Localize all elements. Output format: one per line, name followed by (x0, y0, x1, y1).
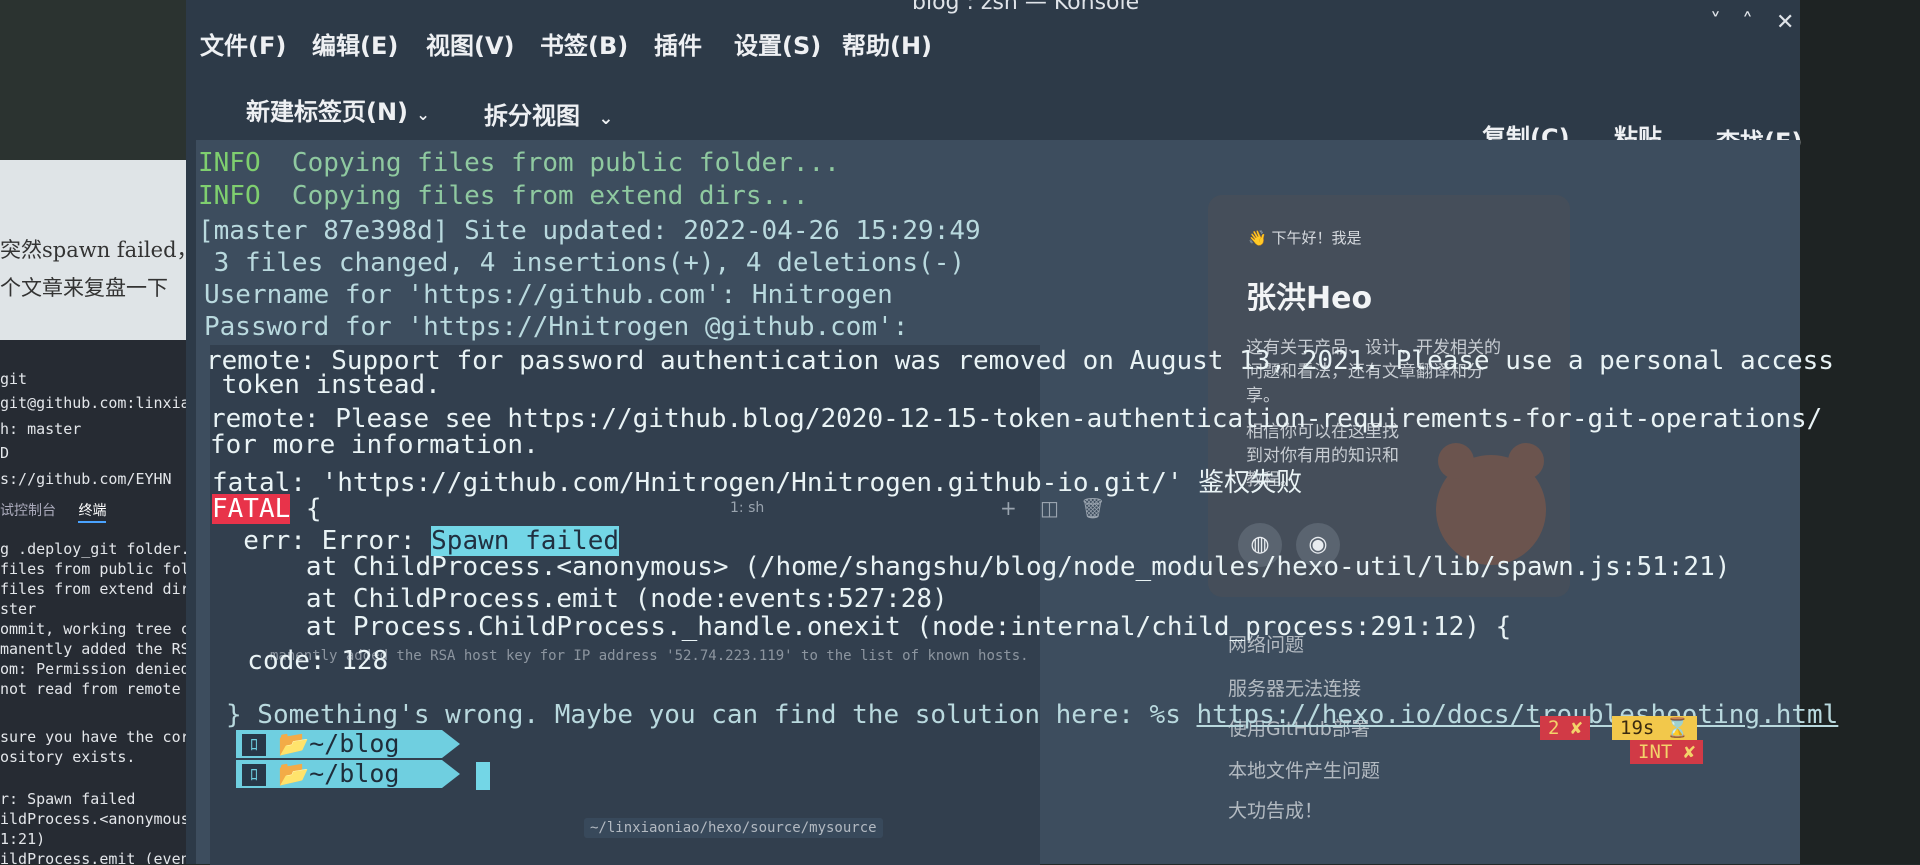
terminal-line: at Process.ChildProcess._handle.onexit (… (212, 612, 1512, 642)
article-line: 个文章来复盘一下 (0, 276, 168, 300)
text-cursor (476, 762, 490, 790)
new-tab-label: 新建标签页(N) (246, 98, 409, 126)
add-icon[interactable]: + (1000, 496, 1017, 520)
duration-segment: 19s ⌛ (1612, 716, 1698, 740)
toc-item: 服务器无法连接 (1228, 678, 1362, 700)
profile-card: 👋 下午好！我是 张洪Heo 这有关于产品、设计、开发相关的 问题和看法，还有文… (1208, 195, 1570, 597)
terminal-text: } Something's wrong. Maybe you can find … (226, 700, 1197, 730)
chevron-down-icon: ⌄ (416, 105, 430, 124)
prompt-os-icon: ﾛ (242, 764, 266, 786)
background-desktop-area (0, 0, 186, 160)
menu-bookmarks[interactable]: 书签(B) (540, 26, 628, 61)
new-tab-button[interactable]: 新建标签页(N) ⌄ (246, 92, 430, 127)
split-view-label: 拆分视图 (484, 102, 580, 130)
menu-help[interactable]: 帮助(H) (842, 26, 932, 61)
fatal-label: FATAL (212, 494, 291, 524)
prompt-path: 📂~/blog (278, 759, 400, 788)
minimize-button[interactable]: ˅ (1710, 10, 1721, 35)
bg-line: g .deploy_git folder... (0, 540, 208, 558)
bg-line: D (0, 444, 10, 462)
terminal-line: [master 87e398d] Site updated: 2022-04-2… (198, 216, 981, 246)
terminal-line: code: 128 (216, 646, 389, 676)
menu-file[interactable]: 文件(F) (200, 26, 286, 61)
trash-icon[interactable]: 🗑 (1080, 496, 1105, 520)
chevron-down-icon: ⌄ (598, 108, 614, 129)
terminal-text: { (290, 494, 322, 524)
mascot-bear-image (1436, 443, 1546, 565)
terminal-line: INFO Copying files from public folder... (198, 148, 840, 178)
terminal-line: fatal: 'https://github.com/Hnitrogen/Hni… (212, 468, 1303, 498)
card-greeting: 👋 下午好！我是 (1248, 229, 1362, 247)
article-line: 突然spawn failed，怎么样都部署不上，后来折腾了好一会终于解决了这个报… (0, 238, 210, 262)
info-label: INFO (198, 181, 261, 211)
error-count-segment: 2 ✘ (1540, 716, 1591, 740)
troubleshooting-link[interactable]: https://hexo.io/docs/troubleshooting.htm… (1197, 700, 1839, 730)
close-button[interactable]: ✕ (1776, 10, 1794, 35)
terminal-line: at ChildProcess.emit (node:events:527:28… (212, 584, 948, 614)
bg-line: git (0, 370, 28, 388)
path-badge: ~/linxiaoniao/hexo/source/mysource (584, 818, 883, 838)
menu-view[interactable]: 视图(V) (426, 26, 515, 61)
terminal-line: token instead. (206, 370, 441, 400)
bg-line: ository exists. (0, 748, 136, 766)
bg-line: h: master (0, 420, 82, 438)
terminal-line: } Something's wrong. Maybe you can find … (226, 700, 1838, 730)
pane-tab-bar: 1: sh + ◫ 🗑 (730, 496, 1120, 522)
terminal-line: remote: Support for password authenticat… (206, 346, 1834, 376)
tab-debug-console[interactable]: 试控制台 (0, 503, 56, 519)
bg-line: 1:21) (0, 830, 46, 848)
terminal-line: Username for 'https://github.com': Hnitr… (204, 280, 893, 310)
terminal-line: Password for 'https://Hnitrogen @github.… (204, 312, 909, 342)
terminal-line: 3 files changed, 4 insertions(+), 4 dele… (198, 248, 966, 278)
pane-tab[interactable]: 1: sh (730, 500, 764, 516)
menu-edit[interactable]: 编辑(E) (312, 26, 398, 61)
info-label: INFO (198, 148, 261, 178)
split-icon[interactable]: ◫ (1040, 496, 1059, 520)
terminal-line: FATAL { (212, 494, 322, 524)
tab-terminal[interactable]: 终端 (78, 503, 107, 523)
bg-line: r: Spawn failed (0, 790, 136, 808)
maximize-button[interactable]: ˄ (1742, 10, 1753, 35)
terminal-line: at ChildProcess.<anonymous> (/home/shang… (212, 552, 1731, 582)
shell-prompt: ﾛ 📂~/blog (236, 759, 460, 788)
card-name: 张洪Heo (1246, 281, 1373, 316)
bg-line: s://github.com/EYHN (0, 470, 172, 488)
bg-panel-tabs: 试控制台 终端 (0, 500, 124, 523)
split-view-button[interactable]: 拆分视图 ⌄ (484, 96, 613, 131)
terminal-text: Copying files from extend dirs... (260, 181, 809, 211)
shell-prompt: ﾛ 📂~/blog (236, 729, 460, 758)
menu-plugins[interactable]: 插件 (654, 26, 702, 61)
terminal-text: Copying files from public folder... (260, 148, 840, 178)
bg-line: ster (0, 600, 37, 618)
card-description: 享。 (1246, 386, 1280, 406)
toc-item: 大功告成！ (1228, 800, 1324, 822)
interrupt-segment: INT ✘ (1630, 740, 1704, 764)
prompt-os-icon: ﾛ (242, 734, 266, 756)
prompt-path: 📂~/blog (278, 729, 400, 758)
window-title: blog : zsh — Konsole (912, 0, 1140, 15)
terminal-line: for more information. (210, 430, 539, 460)
title-bar: blog : zsh — Konsole ˅ ˄ ✕ (186, 0, 1800, 35)
background-article: 突然spawn failed，怎么样都部署不上，后来折腾了好一会终于解决了这个报… (0, 160, 210, 340)
toc-item: 本地文件产生问题 (1228, 760, 1381, 782)
menu-settings[interactable]: 设置(S) (734, 26, 821, 61)
terminal-line: INFO Copying files from extend dirs... (198, 181, 809, 211)
